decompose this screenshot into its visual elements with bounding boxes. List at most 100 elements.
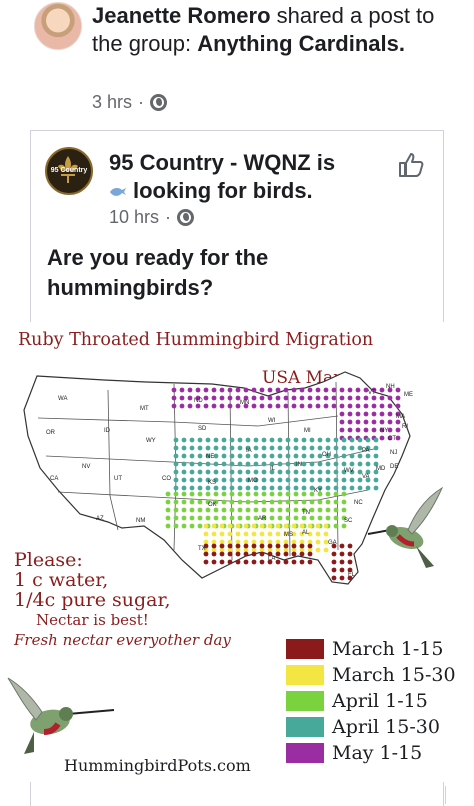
state-label: OR (46, 430, 56, 436)
migration-dot (275, 387, 281, 393)
page-avatar-text: 95 Country (50, 167, 88, 174)
migration-dot (189, 437, 195, 443)
note-line-5: Fresh nectar everyother day (14, 631, 231, 649)
migration-dot (371, 427, 377, 433)
migration-dot (235, 387, 241, 393)
state-label: NV (82, 464, 90, 470)
migration-dot (173, 515, 179, 521)
thumbs-up-icon[interactable] (397, 151, 425, 179)
migration-dot (267, 403, 273, 409)
migration-dot (395, 435, 401, 441)
migration-dot (213, 507, 219, 513)
migration-dot (237, 507, 243, 513)
page-name[interactable]: 95 Country - WQNZ (109, 150, 311, 175)
legend-row: March 15-30 (286, 662, 468, 688)
migration-dot (245, 491, 251, 497)
migration-dot (291, 403, 297, 409)
migration-dot (285, 477, 291, 483)
migration-dot (243, 559, 249, 565)
globe-icon (150, 94, 168, 111)
migration-dot (301, 499, 307, 505)
shared-post-meta: 10 hrs · (109, 207, 195, 228)
migration-dot (243, 387, 249, 393)
state-label: KY (314, 488, 322, 494)
migration-dot (165, 499, 171, 505)
note-line-4: Nectar is best! (36, 611, 149, 629)
state-label: MD (376, 466, 386, 472)
migration-dot (387, 403, 393, 409)
author-name[interactable]: Jeanette Romero (92, 3, 271, 28)
migration-dot (205, 445, 211, 451)
migration-dot (291, 523, 297, 529)
migration-dot (189, 515, 195, 521)
migration-dot (323, 523, 329, 529)
migration-dot (253, 461, 259, 467)
migration-dot (219, 543, 225, 549)
migration-dot (229, 515, 235, 521)
migration-dot (181, 485, 187, 491)
state-label: SD (198, 426, 207, 432)
migration-dot (213, 437, 219, 443)
migration-dot (355, 419, 361, 425)
legend-label: March 15-30 (332, 664, 456, 686)
page-avatar[interactable]: 95 Country (45, 147, 93, 195)
migration-dot (355, 395, 361, 401)
migration-dot (277, 499, 283, 505)
migration-dot (333, 453, 339, 459)
migration-dot (283, 551, 289, 557)
migration-dot (379, 395, 385, 401)
migration-dot (187, 395, 193, 401)
migration-dot (309, 515, 315, 521)
post-header: Jeanette Romero shared a post to the gro… (0, 0, 474, 120)
shared-post-timestamp[interactable]: 10 hrs (109, 207, 159, 228)
migration-dot (173, 485, 179, 491)
migration-dot (237, 499, 243, 505)
state-label: MS (284, 532, 293, 538)
migration-dot (323, 403, 329, 409)
migration-dot (245, 507, 251, 513)
migration-dot (181, 477, 187, 483)
migration-dot (173, 507, 179, 513)
migration-dot (339, 551, 345, 557)
migration-dot (339, 543, 345, 549)
migration-dot (171, 403, 177, 409)
migration-dot (237, 445, 243, 451)
migration-dot (243, 531, 249, 537)
migration-dot (339, 403, 345, 409)
migration-dot (267, 395, 273, 401)
migration-dot (285, 507, 291, 513)
migration-dot (245, 461, 251, 467)
migration-dot (325, 469, 331, 475)
group-name[interactable]: Anything Cardinals. (197, 31, 405, 56)
migration-dot (181, 523, 187, 529)
shared-post-title: 95 Country - WQNZ is looking for birds. (109, 149, 379, 205)
migration-dot (245, 437, 251, 443)
shared-post-body: Are you ready for the hummingbirds? (47, 245, 269, 300)
migration-dot (181, 469, 187, 475)
migration-dot (277, 507, 283, 513)
website-credit: HummingbirdPots.com (64, 756, 251, 775)
migration-dot (347, 419, 353, 425)
migration-dot (275, 403, 281, 409)
migration-dot (387, 419, 393, 425)
migration-infographic[interactable]: Ruby Throated Hummingbird Migration USA … (0, 322, 474, 782)
migration-dot (203, 531, 209, 537)
migration-dot (221, 445, 227, 451)
migration-dot (269, 507, 275, 513)
migration-dot (357, 453, 363, 459)
state-label: FL (348, 572, 356, 578)
migration-dot (259, 387, 265, 393)
migration-dot (267, 387, 273, 393)
migration-dot (251, 523, 257, 529)
post-timestamp[interactable]: 3 hrs (92, 92, 132, 113)
migration-dot (283, 543, 289, 549)
migration-dot (349, 453, 355, 459)
migration-dot (331, 403, 337, 409)
migration-dot (219, 387, 225, 393)
migration-dot (395, 395, 401, 401)
migration-dot (341, 507, 347, 513)
migration-dot (189, 523, 195, 529)
migration-dot (315, 395, 321, 401)
migration-dot (259, 551, 265, 557)
author-avatar[interactable] (34, 2, 82, 50)
